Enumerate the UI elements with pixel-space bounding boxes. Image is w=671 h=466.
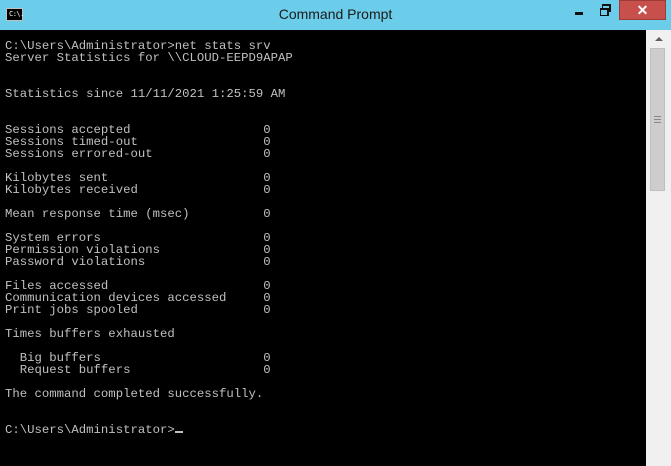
console-output-area[interactable]: C:\Users\Administrator>net stats srv Ser… <box>0 30 646 466</box>
restore-icon <box>600 4 611 16</box>
console-line: Mean response time (msec) 0 <box>5 207 271 221</box>
console-line: Password violations 0 <box>5 255 271 269</box>
grip-line-icon <box>654 119 661 120</box>
vertical-scrollbar[interactable] <box>646 30 671 466</box>
console-line: Server Statistics for \\CLOUD-EEPD9APAP <box>5 51 293 65</box>
text-cursor <box>174 431 183 433</box>
scrollbar-thumb[interactable] <box>650 48 665 191</box>
console-line: Print jobs spooled 0 <box>5 303 271 317</box>
close-icon: ✕ <box>636 2 649 18</box>
scroll-up-button[interactable] <box>646 30 671 47</box>
minimize-button[interactable] <box>566 0 591 20</box>
console-line: Kilobytes received 0 <box>5 183 271 197</box>
minimize-icon <box>574 11 583 15</box>
grip-line-icon <box>654 122 661 123</box>
grip-line-icon <box>654 116 661 117</box>
command-prompt-window: C:\. Command Prompt ✕ C:\Users\Administr… <box>0 0 671 466</box>
console-line: Times buffers exhausted <box>5 327 175 341</box>
console-line: Sessions errored-out 0 <box>5 147 271 161</box>
console-line: Statistics since 11/11/2021 1:25:59 AM <box>5 87 286 101</box>
arrow-up-icon <box>654 36 663 41</box>
console-prompt-line: C:\Users\Administrator> <box>5 423 175 437</box>
console-line: The command completed successfully. <box>5 387 264 401</box>
title-bar[interactable]: C:\. Command Prompt ✕ <box>0 0 671 30</box>
console-text: C:\Users\Administrator>net stats srv Ser… <box>0 30 646 436</box>
close-button[interactable]: ✕ <box>619 0 666 20</box>
console-line: Request buffers 0 <box>5 363 271 377</box>
restore-button[interactable] <box>591 0 618 20</box>
